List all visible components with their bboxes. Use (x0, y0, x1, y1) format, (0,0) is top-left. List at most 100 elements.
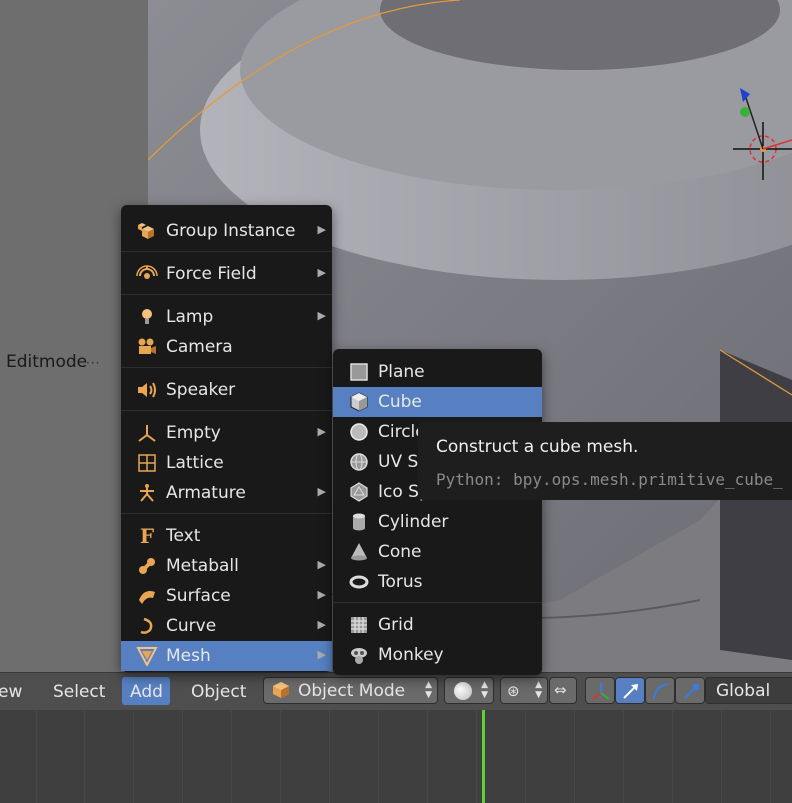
speaker-icon (135, 379, 159, 401)
menu-item-label: Grid (378, 615, 414, 635)
tooltip-python-path: Python: bpy.ops.mesh.primitive_cube_ (436, 470, 783, 489)
monkey-icon (347, 644, 371, 666)
menu-item-label: Camera (166, 337, 233, 357)
select-menu[interactable]: Select (53, 682, 105, 702)
updown-icon: ▲ ▼ (481, 680, 488, 700)
menu-item-grid[interactable]: Grid (333, 610, 542, 640)
menu-item-cylinder[interactable]: Cylinder (333, 507, 542, 537)
menu-item-speaker[interactable]: Speaker (121, 375, 332, 405)
scale-manipulator-toggle[interactable] (675, 677, 705, 704)
manipulator-center-button[interactable]: ⇔ (549, 677, 577, 704)
view-menu[interactable]: ew (0, 682, 22, 702)
manipulator-center-icon: ⇔ (554, 681, 567, 699)
menu-item-label: Armature (166, 483, 246, 503)
scale-icon (684, 684, 699, 699)
menu-separator (121, 513, 332, 514)
menu-item-label: Mesh (166, 646, 211, 666)
menu-item-surface[interactable]: Surface ▶ (121, 581, 332, 611)
manipulator-toggle[interactable] (585, 677, 615, 704)
menu-item-armature[interactable]: Armature ▶ (121, 478, 332, 508)
group-instance-icon (135, 220, 159, 242)
menu-item-lattice[interactable]: Lattice (121, 448, 332, 478)
submenu-arrow-icon: ▶ (317, 485, 326, 498)
menu-separator (121, 367, 332, 368)
menu-item-label: Cylinder (378, 512, 449, 532)
viewport-shading-select[interactable]: ▲ ▼ (444, 677, 494, 704)
uv-sphere-icon (347, 451, 371, 473)
submenu-arrow-icon: ▶ (317, 648, 326, 661)
solid-shading-icon (454, 682, 472, 700)
grid-icon (347, 614, 371, 636)
menu-item-empty[interactable]: Empty ▶ (121, 418, 332, 448)
menu-item-force-field[interactable]: Force Field ▶ (121, 259, 332, 289)
menu-item-label: Force Field (166, 264, 257, 284)
curve-icon (135, 615, 159, 637)
menu-item-label: Curve (166, 616, 217, 636)
submenu-arrow-icon: ▶ (317, 618, 326, 631)
rotate-icon (653, 683, 669, 700)
manipulator-axes-icon (592, 683, 610, 700)
add-menu[interactable]: Add (130, 682, 163, 702)
rotate-manipulator-toggle[interactable] (645, 677, 675, 704)
menu-item-text[interactable]: F Text (121, 521, 332, 551)
menu-separator (121, 410, 332, 411)
torus-icon (347, 571, 371, 593)
lamp-icon (135, 306, 159, 328)
menu-item-monkey[interactable]: Monkey (333, 640, 542, 670)
text-icon: F (139, 524, 155, 548)
menu-item-label: Empty (166, 423, 221, 443)
pivot-point-select[interactable]: ⊛ ▲ ▼ (500, 677, 548, 704)
transform-orientation-select[interactable]: Global (705, 677, 792, 704)
menu-item-label: Cube (378, 392, 422, 412)
menu-item-label: Surface (166, 586, 231, 606)
timeline-playhead[interactable] (482, 710, 485, 803)
add-menu-popup: Group Instance ▶ Force Field ▶ Lamp ▶ Ca… (121, 205, 332, 672)
camera-icon (135, 336, 159, 358)
mode-select-value: Object Mode (298, 681, 406, 701)
tooltip-title: Construct a cube mesh. (436, 437, 639, 457)
transform-orientation-value: Global (716, 681, 771, 701)
menu-item-cone[interactable]: Cone (333, 537, 542, 567)
menu-item-label: Group Instance (166, 221, 296, 241)
circle-icon (347, 421, 371, 443)
arrow-icon (623, 684, 638, 699)
menu-item-label: Cone (378, 542, 422, 562)
menu-item-camera[interactable]: Camera (121, 332, 332, 362)
mode-label: Editmode (6, 352, 88, 372)
empty-icon (135, 422, 159, 444)
lattice-icon (135, 452, 159, 474)
menu-separator (121, 251, 332, 252)
submenu-arrow-icon: ▶ (317, 223, 326, 236)
pivot-icon: ⊛ (507, 682, 520, 700)
menu-item-metaball[interactable]: Metaball ▶ (121, 551, 332, 581)
mode-select[interactable]: Object Mode ▲ ▼ (263, 677, 438, 704)
menu-item-plane[interactable]: Plane (333, 357, 542, 387)
menu-item-cube[interactable]: Cube (333, 387, 542, 417)
object-menu[interactable]: Object (191, 682, 246, 702)
submenu-arrow-icon: ▶ (317, 266, 326, 279)
menu-item-lamp[interactable]: Lamp ▶ (121, 302, 332, 332)
force-field-icon (135, 263, 159, 285)
menu-item-label: Speaker (166, 380, 236, 400)
cone-icon (347, 541, 371, 563)
menu-item-curve[interactable]: Curve ▶ (121, 611, 332, 641)
cube-icon (347, 391, 371, 413)
translate-manipulator-toggle[interactable] (615, 677, 645, 704)
updown-icon: ▲ ▼ (425, 680, 432, 700)
menu-item-label: Lattice (166, 453, 224, 473)
menu-separator (121, 294, 332, 295)
cylinder-icon (347, 511, 371, 533)
menu-item-label: Plane (378, 362, 425, 382)
timeline-area[interactable] (0, 710, 792, 803)
menu-item-mesh[interactable]: Mesh ▶ (121, 641, 332, 671)
plane-icon (347, 361, 371, 383)
menu-item-label: Torus (378, 572, 423, 592)
menu-item-torus[interactable]: Torus (333, 567, 542, 597)
menu-item-label: Monkey (378, 645, 444, 665)
mode-label-trailing: ··· (86, 356, 101, 370)
surface-icon (135, 585, 159, 607)
ico-sphere-icon (347, 481, 371, 503)
menu-separator (333, 602, 542, 603)
menu-item-group-instance[interactable]: Group Instance ▶ (121, 216, 332, 246)
menu-item-label: Lamp (166, 307, 214, 327)
